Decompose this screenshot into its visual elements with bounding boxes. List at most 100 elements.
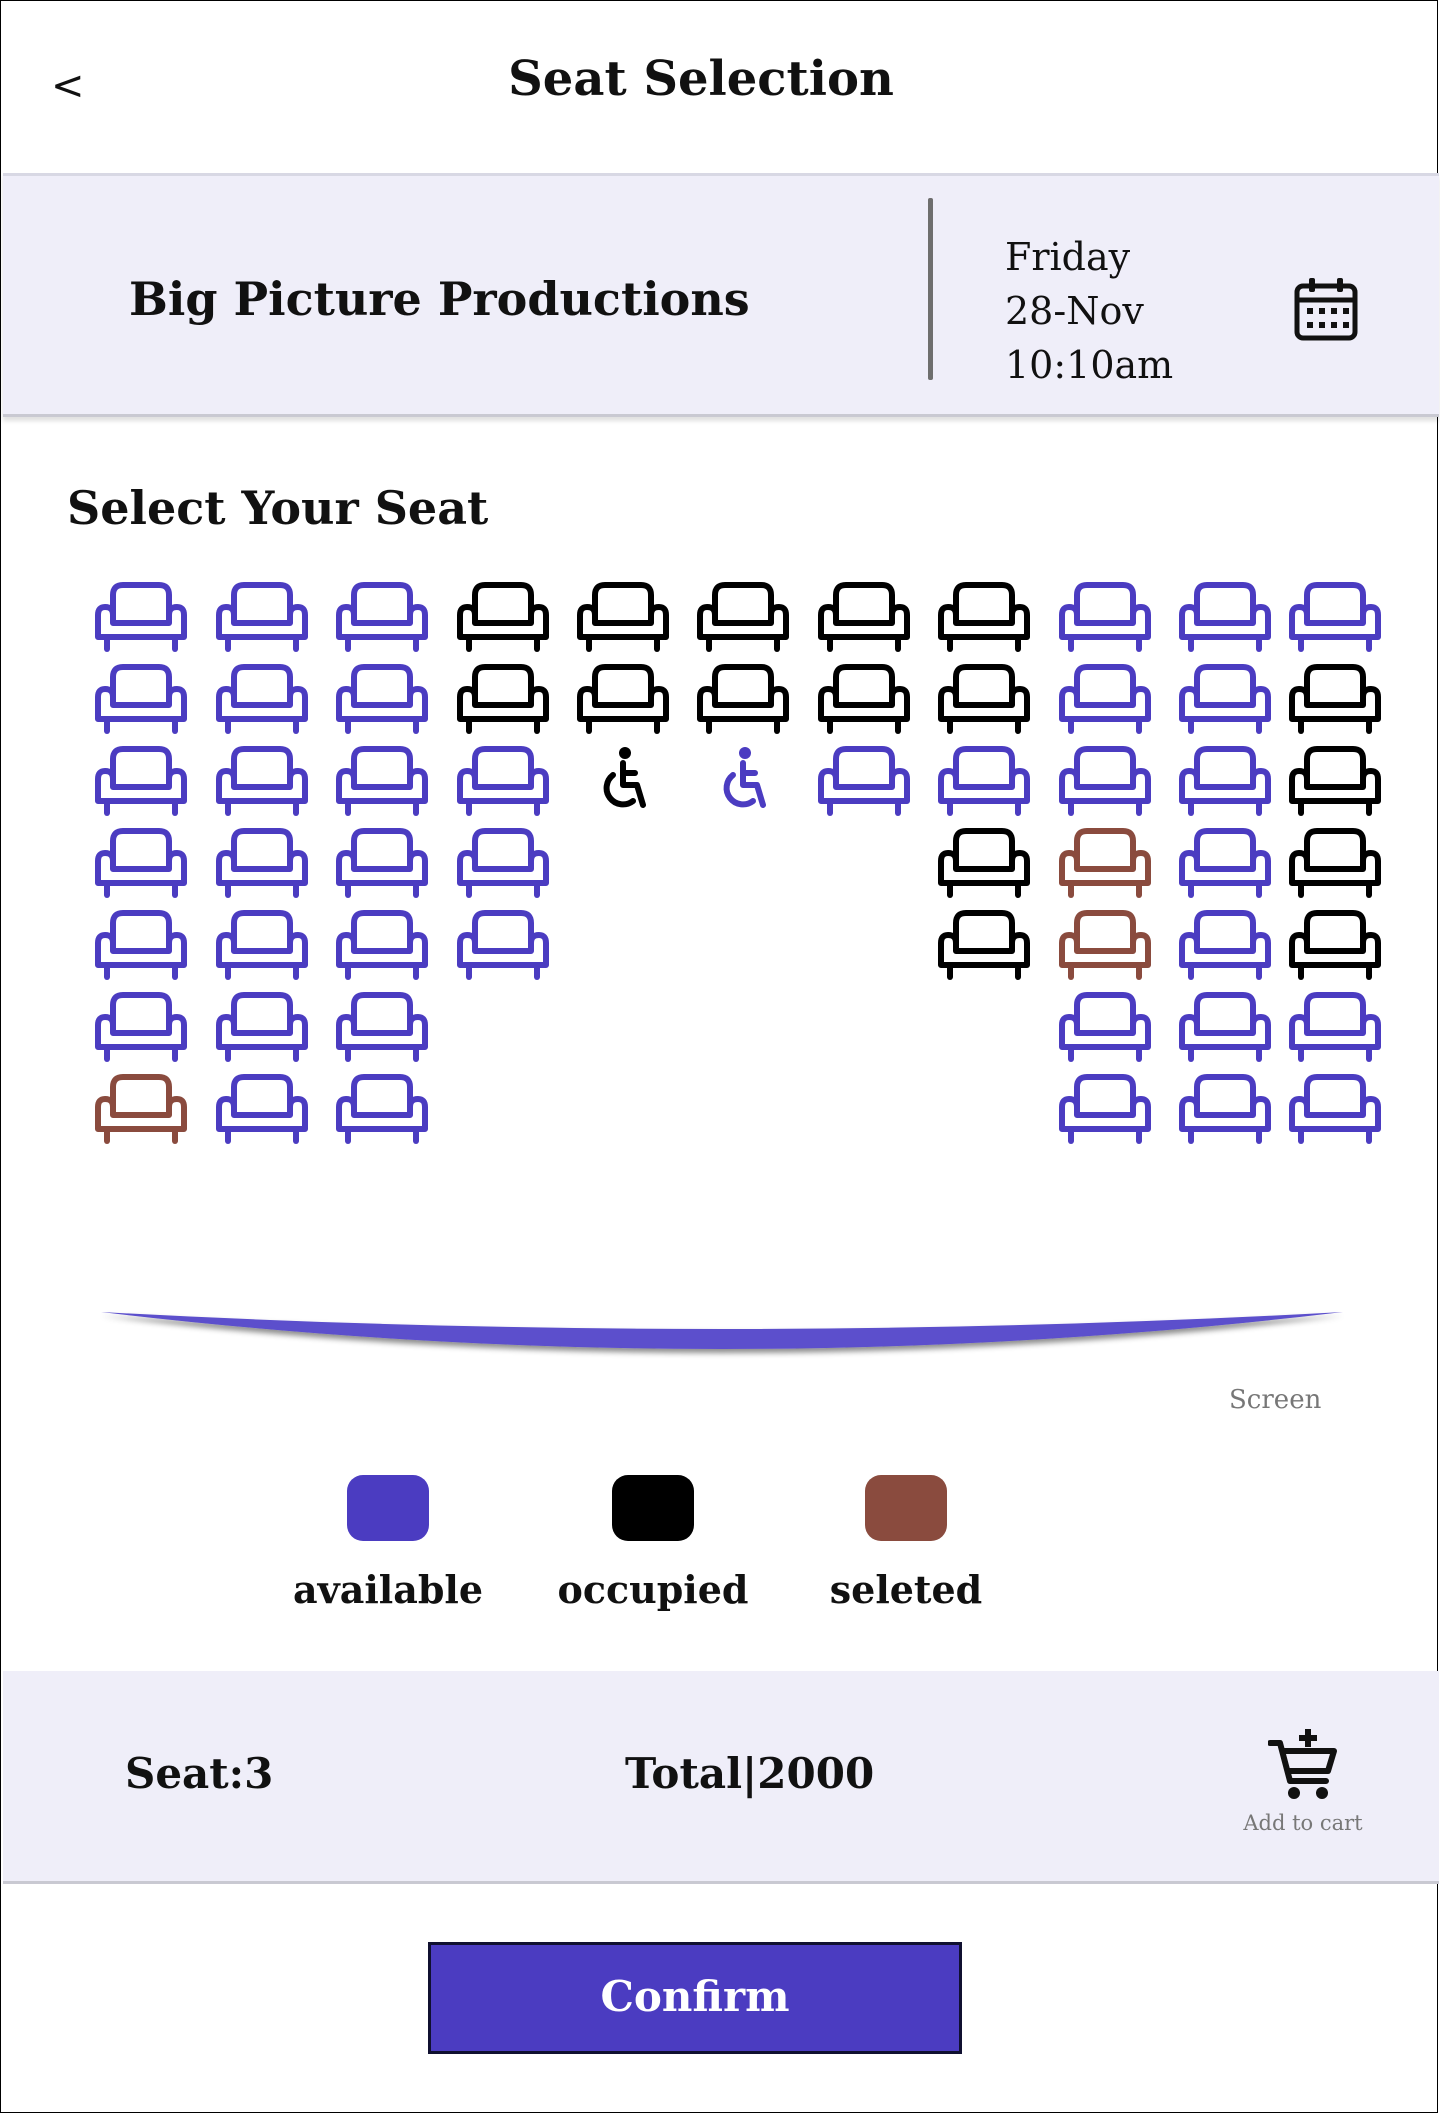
legend-item-available: available (278, 1475, 498, 1612)
seat-icon (95, 746, 187, 816)
seat-available[interactable] (95, 991, 187, 1067)
seat-available[interactable] (1059, 581, 1151, 657)
seat-available[interactable] (938, 745, 1030, 821)
seat-available[interactable] (336, 745, 428, 821)
seat-selected[interactable] (95, 1073, 187, 1149)
seat-available[interactable] (1179, 1073, 1271, 1149)
summary-bar: Seat:3 Total|2000 Add to cart (3, 1671, 1439, 1884)
seat-selected[interactable] (1059, 909, 1151, 985)
legend-item-occupied: occupied (543, 1475, 763, 1612)
seat-available[interactable] (216, 581, 308, 657)
seat-icon (938, 746, 1030, 816)
company-name: Big Picture Productions (129, 272, 750, 326)
seat-occupied[interactable] (938, 827, 1030, 903)
seat-available[interactable] (1289, 991, 1381, 1067)
seat-available[interactable] (336, 1073, 428, 1149)
seat-icon (1289, 664, 1381, 734)
seat-occupied[interactable] (818, 581, 910, 657)
seat-icon (457, 582, 549, 652)
page-title: Seat Selection (508, 51, 894, 107)
total-price: Total|2000 (625, 1749, 875, 1798)
seat-available[interactable] (95, 827, 187, 903)
seat-selected[interactable] (1059, 827, 1151, 903)
seat-icon (1289, 828, 1381, 898)
divider (928, 198, 933, 380)
seat-count: Seat:3 (125, 1749, 274, 1798)
seat-icon (818, 582, 910, 652)
seat-occupied[interactable] (1289, 827, 1381, 903)
seat-available[interactable] (216, 909, 308, 985)
seat-available[interactable] (1289, 581, 1381, 657)
header: < Seat Selection (1, 1, 1440, 171)
seat-occupied[interactable] (457, 663, 549, 739)
seat-icon (1059, 582, 1151, 652)
seat-occupied[interactable] (1289, 745, 1381, 821)
seat-icon (216, 582, 308, 652)
seat-available[interactable] (216, 745, 308, 821)
seat-available[interactable] (1179, 745, 1271, 821)
seat-occupied[interactable] (577, 663, 669, 739)
seat-icon (1289, 582, 1381, 652)
seat-available[interactable] (1059, 991, 1151, 1067)
seat-available[interactable] (1179, 581, 1271, 657)
seat-icon (95, 828, 187, 898)
seat-occupied[interactable] (697, 663, 789, 739)
seat-occupied[interactable] (457, 581, 549, 657)
seat-icon (216, 828, 308, 898)
seat-available[interactable] (1179, 909, 1271, 985)
seat-occupied[interactable] (938, 663, 1030, 739)
seat-icon (1059, 910, 1151, 980)
seat-available[interactable] (1059, 663, 1151, 739)
seat-icon (457, 910, 549, 980)
seat-available[interactable] (216, 827, 308, 903)
seat-available[interactable] (216, 663, 308, 739)
add-to-cart-icon (1267, 1729, 1337, 1799)
seat-available[interactable] (95, 909, 187, 985)
seat-available[interactable] (1059, 745, 1151, 821)
calendar-icon[interactable] (1293, 276, 1359, 346)
seat-available[interactable] (336, 909, 428, 985)
seat-available[interactable] (457, 827, 549, 903)
confirm-button[interactable]: Confirm (428, 1942, 962, 2054)
seat-available[interactable] (1179, 827, 1271, 903)
seat-available[interactable] (336, 991, 428, 1067)
seat-available[interactable] (457, 745, 549, 821)
seat-icon (216, 910, 308, 980)
legend-item-selected: seleted (796, 1475, 1016, 1612)
seat-icon (457, 746, 549, 816)
seat-available[interactable] (1179, 663, 1271, 739)
seat-available[interactable] (336, 827, 428, 903)
seat-available[interactable] (1289, 1073, 1381, 1149)
seat-occupied[interactable] (697, 581, 789, 657)
seat-available[interactable] (336, 581, 428, 657)
seat-occupied[interactable] (577, 581, 669, 657)
seat-icon (216, 664, 308, 734)
wheelchair-seat-available[interactable] (697, 745, 789, 821)
seat-available[interactable] (1179, 991, 1271, 1067)
wheelchair-icon (603, 747, 646, 808)
wheelchair-seat-occupied[interactable] (577, 745, 669, 821)
seat-icon (1289, 910, 1381, 980)
seat-occupied[interactable] (938, 581, 1030, 657)
seat-icon (216, 992, 308, 1062)
seat-map (1, 581, 1440, 1181)
seat-available[interactable] (1059, 1073, 1151, 1149)
seat-available[interactable] (818, 745, 910, 821)
seat-available[interactable] (95, 745, 187, 821)
seat-available[interactable] (95, 581, 187, 657)
add-to-cart-button[interactable]: Add to cart (1243, 1727, 1363, 1857)
seat-available[interactable] (216, 991, 308, 1067)
seat-icon (336, 664, 428, 734)
seat-available[interactable] (336, 663, 428, 739)
seat-available[interactable] (95, 663, 187, 739)
seat-occupied[interactable] (1289, 663, 1381, 739)
seat-available[interactable] (457, 909, 549, 985)
seat-occupied[interactable] (938, 909, 1030, 985)
seat-icon (1059, 992, 1151, 1062)
seat-occupied[interactable] (818, 663, 910, 739)
seat-icon (1179, 1074, 1271, 1144)
seat-available[interactable] (216, 1073, 308, 1149)
seat-icon (336, 910, 428, 980)
show-day: Friday (1005, 235, 1131, 279)
seat-occupied[interactable] (1289, 909, 1381, 985)
